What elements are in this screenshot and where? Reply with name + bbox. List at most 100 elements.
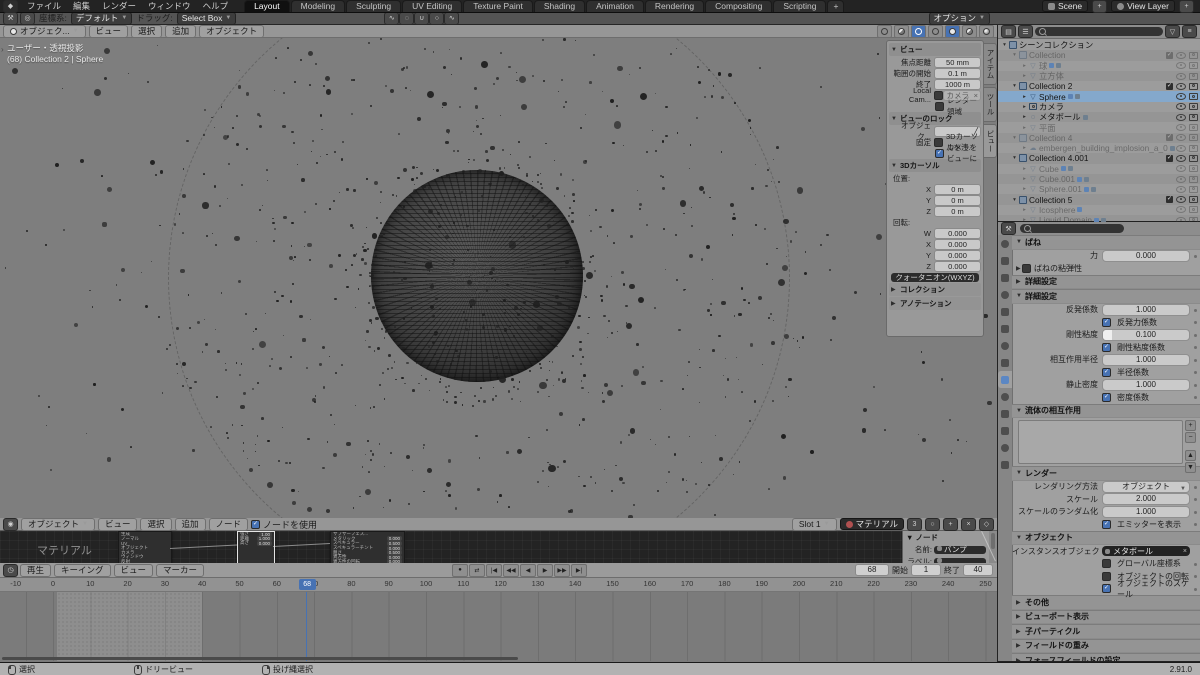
collection-checkbox[interactable]: ✓ <box>1166 196 1173 204</box>
value-field[interactable]: 0 m <box>934 183 981 195</box>
xray-toggle-icon[interactable] <box>911 25 926 38</box>
value-field[interactable]: 0.1 m <box>934 67 981 79</box>
disable-render-icon[interactable] <box>1189 103 1198 111</box>
hide-eye-icon[interactable] <box>1176 134 1186 142</box>
node-name-field[interactable]: バンプ <box>934 545 986 554</box>
outliner-search-input[interactable] <box>1035 27 1163 36</box>
hide-eye-icon[interactable] <box>1176 144 1186 152</box>
panel-header-子パーティクル[interactable]: ▶ 子パーティクル <box>1012 624 1200 639</box>
value-slider[interactable]: 1.000 <box>1102 303 1190 316</box>
outliner-row[interactable]: ▾ Collection 4.001 ✓ <box>998 153 1200 164</box>
slot-dropdown[interactable]: Slot 1 ▼ <box>791 517 837 531</box>
panel-header-詳細設定[interactable]: ▶ 詳細設定 <box>1012 274 1200 289</box>
properties-tab-world[interactable] <box>998 320 1012 337</box>
options-dropdown[interactable]: オプション ▼ <box>928 11 990 25</box>
disclosure-arrow[interactable]: ▾ <box>1011 155 1018 161</box>
hide-eye-icon[interactable] <box>1176 113 1186 121</box>
hide-eye-icon[interactable] <box>1176 72 1186 80</box>
shading-rendered-icon[interactable] <box>979 25 994 38</box>
shader-node[interactable]: 生成 ノーマル UV オブジェクト カメラ ウィンドウ 反射 <box>118 531 172 564</box>
outliner-row[interactable]: ▾ Collection 2 ✓ <box>998 81 1200 91</box>
new-material-button[interactable]: + <box>943 517 958 531</box>
timeline-menu-再生[interactable]: 再生 <box>20 563 52 577</box>
new-scene-button[interactable]: + <box>1092 0 1108 13</box>
disclosure-arrow[interactable]: ▸ <box>1021 166 1028 172</box>
disclosure-arrow[interactable]: ▾ <box>1011 52 1018 58</box>
panel-header-オブジェクト[interactable]: ▼ オブジェクト <box>1012 530 1200 545</box>
fake-user-shield-icon[interactable]: ○ <box>925 517 940 531</box>
value-slider[interactable]: 1.000 <box>1102 353 1190 366</box>
main-menu-item[interactable]: 編集 <box>67 0 96 12</box>
value-slider[interactable]: 0.100 <box>1102 328 1190 341</box>
outliner-row[interactable]: ▸ ▽ Cube.001 <box>998 173 1200 185</box>
animate-dot[interactable] <box>1194 575 1197 578</box>
editor-type-icon[interactable]: ⚒ <box>3 11 18 25</box>
viewport-menu-選択[interactable]: 選択 <box>131 25 163 38</box>
camera-field[interactable]: カメラ × <box>943 89 981 101</box>
drag-tool-dropdown[interactable]: Select Box ▼ <box>176 11 237 25</box>
hide-eye-icon[interactable] <box>1176 93 1186 101</box>
outliner-row[interactable]: ▸ ▽ Icosphere <box>998 205 1200 215</box>
orientation-dropdown[interactable]: デフォルト ▼ <box>70 11 133 25</box>
snap-magnet-icon[interactable]: ∪ <box>414 11 430 25</box>
panel-header-詳細設定[interactable]: ▼ 詳細設定 <box>1012 289 1200 304</box>
playhead[interactable]: 68 <box>298 579 316 590</box>
sidebar-tab-アイテム[interactable]: アイテム <box>984 43 997 85</box>
new-view-layer-button[interactable]: + <box>1179 0 1194 13</box>
disable-render-icon[interactable] <box>1189 72 1198 80</box>
panel-header-フィールドの重み[interactable]: ▶ フィールドの重み <box>1012 638 1200 653</box>
hide-eye-icon[interactable] <box>1176 62 1186 70</box>
timeline-menu-マーカー[interactable]: マーカー <box>156 563 205 577</box>
hide-eye-icon[interactable] <box>1176 103 1186 111</box>
collection-checkbox[interactable]: ✓ <box>1166 51 1173 59</box>
timeline-editor-icon[interactable]: ◷ <box>3 563 18 577</box>
properties-tab-object-data[interactable] <box>998 422 1012 439</box>
disable-render-icon[interactable] <box>1189 51 1198 59</box>
panel-header-ビューポート表示[interactable]: ▶ ビューポート表示 <box>1012 609 1200 624</box>
outliner-row[interactable]: ▸ ◌ メタボール <box>998 112 1200 123</box>
hide-eye-icon[interactable] <box>1176 124 1186 132</box>
disclosure-arrow[interactable]: ▸ <box>1021 145 1028 151</box>
main-menu-item[interactable]: レンダー <box>96 0 142 12</box>
animate-dot[interactable] <box>1194 254 1197 258</box>
transform-orientation-icon[interactable]: ∿ <box>384 11 400 25</box>
outliner-row[interactable]: ▾ Collection 5 ✓ <box>998 194 1200 205</box>
value-slider[interactable]: 0.000 <box>1102 249 1190 262</box>
workspace-tab-compositing[interactable]: Compositing <box>705 0 773 12</box>
outliner-row[interactable]: ▸ カメラ <box>998 102 1200 112</box>
clear-x-icon[interactable]: × <box>1183 548 1187 555</box>
animate-dot[interactable] <box>1194 371 1197 374</box>
value-slider[interactable]: 1.000 <box>1102 378 1190 391</box>
outliner-row[interactable]: ▾ シーンコレクション <box>998 40 1200 50</box>
checkbox[interactable]: ✓ <box>1102 519 1111 529</box>
disable-render-icon[interactable] <box>1189 185 1198 193</box>
workspace-tab-uv-editing[interactable]: UV Editing <box>402 0 463 12</box>
render-as-dropdown[interactable]: オブジェクト ▼ <box>1102 480 1190 493</box>
timeline-menu-ビュー[interactable]: ビュー <box>113 563 154 577</box>
workspace-tab-sculpting[interactable]: Sculpting <box>346 0 402 12</box>
clear-x-icon[interactable]: × <box>972 91 980 100</box>
properties-tab-physics[interactable] <box>998 388 1012 405</box>
workspace-tab-scripting[interactable]: Scripting <box>773 0 827 12</box>
outliner-row[interactable]: ▾ Collection 4 ✓ <box>998 132 1200 143</box>
sidebar-tab-ビュー[interactable]: ビュー <box>984 123 997 158</box>
checkbox[interactable]: ✓ <box>1102 584 1111 594</box>
value-field[interactable]: 0.000 <box>934 260 981 272</box>
hide-eye-icon[interactable] <box>1176 206 1186 214</box>
properties-tab-object[interactable] <box>998 337 1012 354</box>
animate-dot[interactable] <box>1194 587 1197 591</box>
properties-editor-icon[interactable]: ⚒ <box>1001 222 1016 235</box>
disclosure-arrow[interactable]: ▸ <box>1021 186 1028 192</box>
disclosure-arrow[interactable]: ▾ <box>1001 42 1008 48</box>
hide-eye-icon[interactable] <box>1176 196 1186 204</box>
properties-tab-particles[interactable] <box>998 371 1012 388</box>
hide-eye-icon[interactable] <box>1176 51 1186 59</box>
timeline-scrollbar[interactable] <box>2 657 518 660</box>
frame-start-field[interactable]: 1 <box>911 564 941 576</box>
disclosure-arrow[interactable]: ▸ <box>1021 207 1028 213</box>
checkbox[interactable] <box>935 101 944 111</box>
panel-header-ばね[interactable]: ▼ ばね <box>1012 235 1200 250</box>
animate-dot[interactable] <box>1194 510 1197 514</box>
move-down-button[interactable]: ▼ <box>1185 462 1196 473</box>
value-slider[interactable]: 1.000 <box>1102 505 1190 518</box>
